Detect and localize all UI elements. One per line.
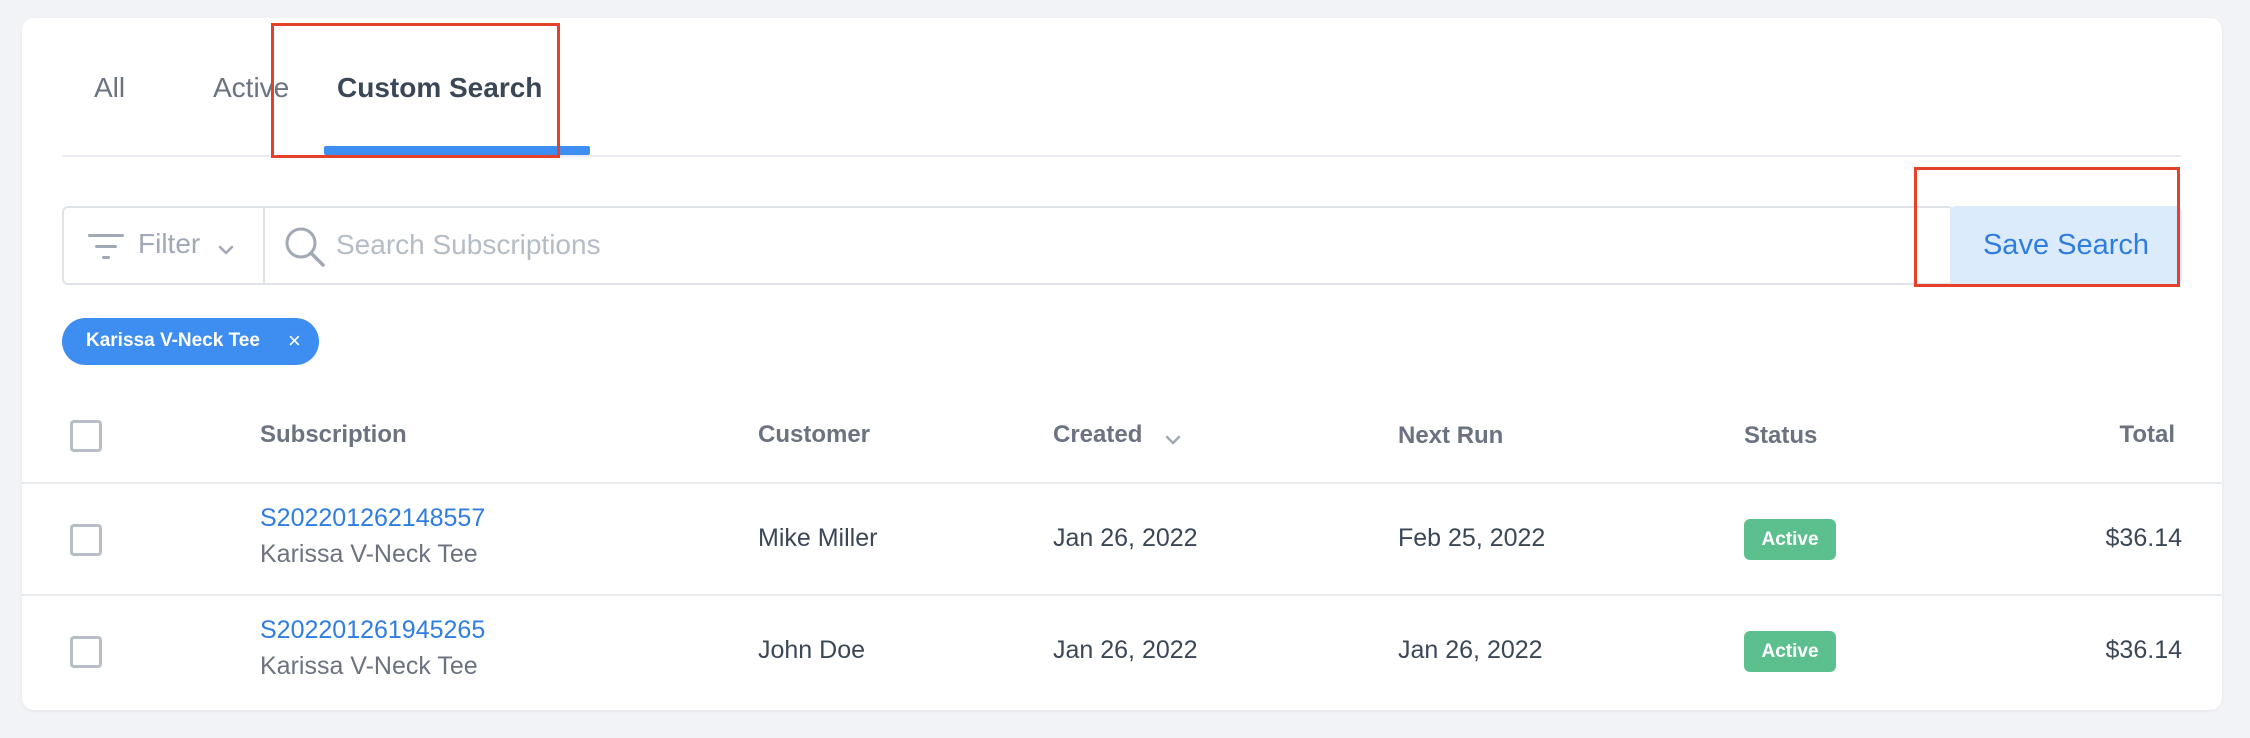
tab-bar: All Active Custom Search — [62, 18, 2181, 157]
tab-active[interactable]: Active — [213, 68, 289, 108]
created-date: Jan 26, 2022 — [1053, 524, 1198, 552]
row-checkbox[interactable] — [70, 636, 102, 668]
save-search-button[interactable]: Save Search — [1950, 206, 2182, 285]
table-header: Subscription Customer Created Next Run S… — [22, 388, 2222, 484]
next-run-date: Feb 25, 2022 — [1398, 524, 1546, 552]
customer-name: Mike Miller — [758, 524, 878, 552]
table-row[interactable]: S202201262148557 Karissa V-Neck Tee Mike… — [22, 484, 2222, 596]
search-bar: Filter — [62, 206, 1954, 285]
subscriptions-table: Subscription Customer Created Next Run S… — [22, 388, 2222, 708]
active-tab-indicator — [324, 146, 590, 155]
customer-name: John Doe — [758, 636, 866, 664]
filter-icon — [88, 234, 124, 265]
search-icon — [284, 226, 326, 273]
sort-desc-icon[interactable] — [1165, 432, 1181, 450]
row-checkbox[interactable] — [70, 524, 102, 556]
filter-dropdown[interactable]: Filter — [64, 208, 265, 283]
close-icon[interactable]: × — [288, 330, 301, 352]
subscription-id-link[interactable]: S202201261945265 — [260, 616, 485, 645]
created-date: Jan 26, 2022 — [1053, 636, 1198, 664]
filter-label: Filter — [138, 228, 201, 259]
header-subscription: Subscription — [260, 421, 407, 448]
next-run-date: Jan 26, 2022 — [1398, 636, 1543, 664]
search-input[interactable] — [336, 216, 1916, 274]
total-amount: $36.14 — [2105, 524, 2182, 552]
status-badge: Active — [1744, 519, 1836, 560]
tab-custom-search[interactable]: Custom Search — [337, 68, 542, 108]
total-amount: $36.14 — [2105, 636, 2182, 664]
header-total: Total — [2119, 421, 2175, 448]
chevron-down-icon — [218, 242, 234, 260]
subscription-product: Karissa V-Neck Tee — [260, 652, 478, 680]
header-created[interactable]: Created — [1053, 421, 1142, 449]
header-customer: Customer — [758, 421, 871, 448]
subscription-product: Karissa V-Neck Tee — [260, 540, 478, 568]
subscriptions-card: All Active Custom Search Filter Search S… — [22, 18, 2222, 710]
header-next-run: Next Run — [1398, 422, 1504, 449]
subscription-id-link[interactable]: S202201262148557 — [260, 504, 485, 533]
filter-chip-label: Karissa V-Neck Tee — [86, 330, 260, 351]
header-status: Status — [1744, 422, 1818, 449]
status-badge: Active — [1744, 631, 1836, 672]
tab-all[interactable]: All — [94, 68, 125, 108]
select-all-checkbox[interactable] — [70, 420, 102, 452]
filter-chip: Karissa V-Neck Tee × — [62, 318, 319, 365]
table-row[interactable]: S202201261945265 Karissa V-Neck Tee John… — [22, 596, 2222, 708]
